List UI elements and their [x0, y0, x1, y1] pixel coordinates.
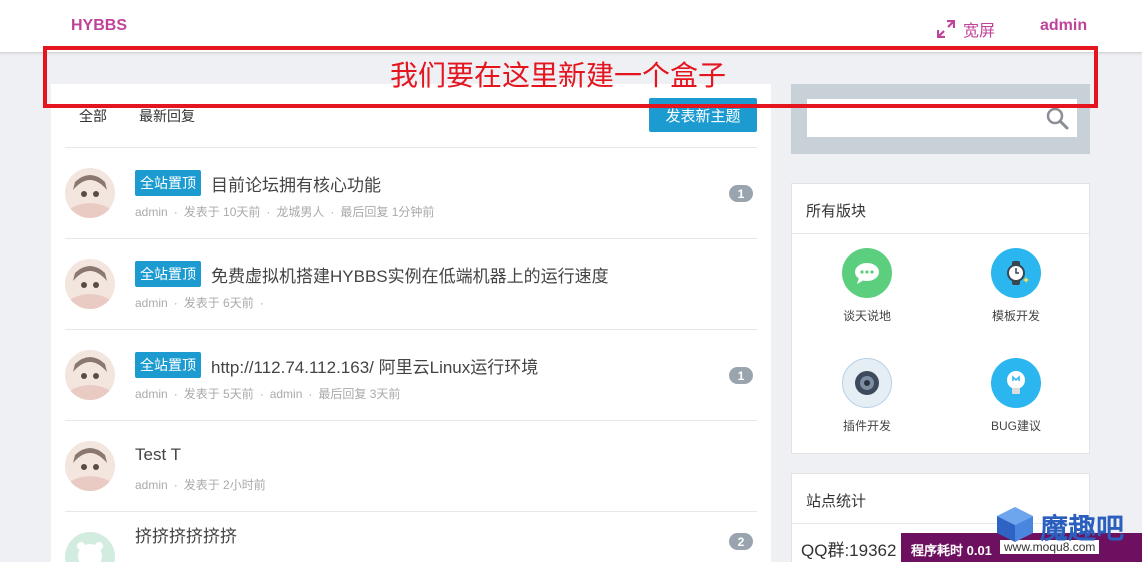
watermark-brand: 魔趣吧 [1040, 513, 1125, 544]
thread-meta: admin · 发表于 10天前 · 龙城男人 · 最后回复 1分钟前 [135, 205, 435, 219]
thread-row[interactable]: Test T admin · 发表于 2小时前 [65, 421, 757, 512]
avatar[interactable] [65, 441, 115, 491]
avatar[interactable] [65, 259, 115, 309]
avatar[interactable] [65, 168, 115, 218]
thread-author[interactable]: admin [135, 205, 168, 219]
thread-title-line: 全站置顶 免费虚拟机搭建HYBBS实例在低端机器上的运行速度 [135, 261, 609, 287]
thread-author[interactable]: admin [135, 478, 168, 492]
annotation-text: 我们要在这里新建一个盒子 [390, 60, 727, 91]
thread-last-reply: 最后回复 3天前 [318, 387, 401, 401]
thread-row[interactable]: 全站置顶 免费虚拟机搭建HYBBS实例在低端机器上的运行速度 admin · 发表于… [65, 239, 757, 330]
thread-posted: 发表于 2小时前 [183, 478, 266, 492]
avatar[interactable] [65, 350, 115, 400]
thread-meta: admin · 发表于 6天前 · [135, 296, 264, 310]
panel-title: 所有版块 [806, 203, 867, 220]
forum-label: 模板开发 [991, 309, 1040, 323]
reply-count-badge: 1 [729, 367, 753, 384]
thread-title[interactable]: http://112.74.112.163/ 阿里云Linux运行环境 [211, 353, 538, 378]
reply-count-badge: 1 [729, 185, 753, 202]
expand-icon [937, 20, 955, 38]
thread-list-panel: 全部 最新回复 发表新主题 全站置顶 目前论坛拥有核心功能 admin · 发表于 … [51, 84, 771, 562]
panel-title: 站点统计 [806, 493, 867, 510]
forum-item-plugin[interactable]: 插件开发 [792, 358, 942, 434]
user-menu[interactable]: admin [1040, 17, 1087, 35]
thread-last-user[interactable]: admin [270, 387, 303, 401]
forum-item-template[interactable]: 模板开发 [941, 248, 1091, 324]
reply-count-badge: 2 [729, 533, 753, 550]
widescreen-label: 宽屏 [963, 23, 996, 40]
search-icon[interactable] [1045, 106, 1069, 130]
widescreen-toggle[interactable]: 宽屏 [937, 17, 995, 41]
forum-item-bug[interactable]: BUG建议 [941, 358, 1091, 434]
watch-icon [991, 248, 1041, 298]
tab-all[interactable]: 全部 [79, 106, 107, 126]
watermark-cube-icon [997, 507, 1033, 542]
forum-label: BUG建议 [990, 419, 1041, 433]
lightbulb-icon [991, 358, 1041, 408]
sticky-badge: 全站置顶 [135, 170, 201, 196]
tab-latest-reply[interactable]: 最新回复 [139, 106, 195, 126]
site-logo[interactable]: HYBBS [71, 17, 127, 35]
speaker-icon [842, 358, 892, 408]
thread-posted: 发表于 6天前 [183, 296, 254, 310]
chat-bubble-icon [842, 248, 892, 298]
thread-title-line: 全站置顶 http://112.74.112.163/ 阿里云Linux运行环境 [135, 352, 538, 378]
thread-meta: admin · 发表于 5天前 · admin · 最后回复 3天前 [135, 387, 401, 401]
divider [792, 233, 1089, 234]
thread-title-line: 全站置顶 目前论坛拥有核心功能 [135, 170, 381, 196]
thread-title[interactable]: 目前论坛拥有核心功能 [211, 171, 381, 196]
thread-last-user[interactable]: 龙城男人 [276, 205, 324, 219]
thread-posted: 发表于 5天前 [183, 387, 254, 401]
thread-row[interactable]: 全站置顶 http://112.74.112.163/ 阿里云Linux运行环境… [65, 330, 757, 421]
forum-label: 插件开发 [842, 419, 891, 433]
forum-label: 谈天说地 [842, 309, 891, 323]
forum-item-chat[interactable]: 谈天说地 [792, 248, 942, 324]
thread-title[interactable]: 免费虚拟机搭建HYBBS实例在低端机器上的运行速度 [211, 262, 609, 287]
sticky-badge: 全站置顶 [135, 261, 201, 287]
thread-title[interactable]: 挤挤挤挤挤挤 [135, 522, 237, 547]
sticky-badge: 全站置顶 [135, 352, 201, 378]
qq-group-text: QQ群:19362 [801, 541, 897, 560]
thread-meta: admin · 发表于 2小时前 [135, 478, 266, 492]
thread-author[interactable]: admin [135, 387, 168, 401]
forums-panel: 所有版块 谈天说地 模板开发 插件开发 BUG建议 [791, 183, 1090, 454]
avatar[interactable] [65, 532, 115, 562]
thread-posted: 发表于 10天前 [183, 205, 261, 219]
thread-title-line: 挤挤挤挤挤挤 [135, 522, 237, 547]
thread-row[interactable]: 全站置顶 目前论坛拥有核心功能 admin · 发表于 10天前 · 龙城男人 · 最后回复… [65, 148, 757, 239]
thread-title-line: Test T [135, 445, 181, 465]
thread-title[interactable]: Test T [135, 445, 181, 465]
thread-last-reply: 最后回复 1分钟前 [340, 205, 435, 219]
thread-author[interactable]: admin [135, 296, 168, 310]
thread-row[interactable]: 挤挤挤挤挤挤 2 [65, 512, 757, 562]
watermark-time: 程序耗时 0.01 [911, 543, 992, 558]
